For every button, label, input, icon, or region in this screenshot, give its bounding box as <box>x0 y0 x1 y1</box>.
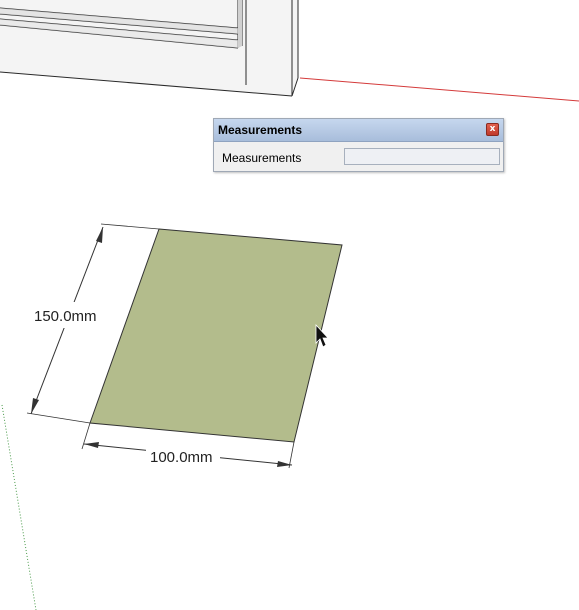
close-button[interactable]: x <box>486 123 499 136</box>
measurements-input[interactable] <box>344 148 500 165</box>
model-canvas[interactable]: 150.0mm 100.0mm <box>0 0 579 610</box>
measurements-dialog[interactable]: Measurements x Measurements <box>213 118 504 172</box>
rectangle-face[interactable] <box>89 228 343 443</box>
measurements-titlebar[interactable]: Measurements x <box>214 119 503 142</box>
sketchup-viewport[interactable]: 150.0mm 100.0mm Measurements x Measureme… <box>0 0 579 610</box>
measurements-label: Measurements <box>222 151 302 165</box>
red-axis-line <box>299 77 579 102</box>
measurements-title: Measurements <box>218 123 303 137</box>
door-frame-model[interactable] <box>0 0 299 97</box>
green-axis-line <box>1 404 37 610</box>
width-dimension-label: 100.0mm <box>150 449 213 466</box>
height-dimension-label: 150.0mm <box>34 308 97 325</box>
